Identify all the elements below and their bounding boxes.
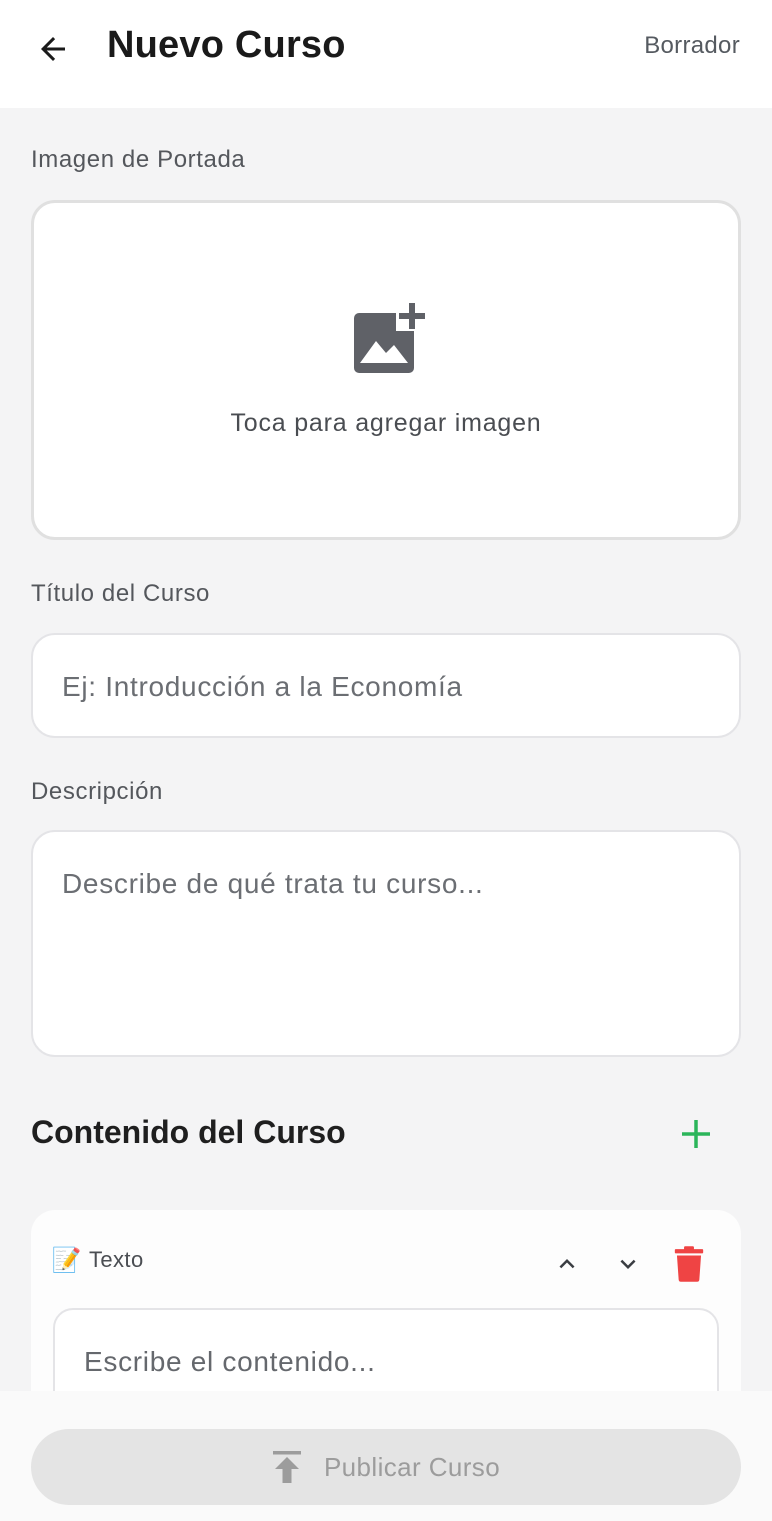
memo-icon: 📝 bbox=[51, 1246, 83, 1274]
chevron-up-icon bbox=[559, 1259, 575, 1269]
content-block-type-label: Texto bbox=[89, 1247, 144, 1272]
new-course-screen: Nuevo Curso Borrador Imagen de Portada T… bbox=[0, 0, 772, 1521]
move-block-down-button[interactable] bbox=[608, 1244, 648, 1284]
description-textarea[interactable]: Describe de qué trata tu curso... bbox=[31, 830, 741, 1057]
chevron-down-icon bbox=[620, 1259, 636, 1269]
description-label: Descripción bbox=[31, 778, 163, 805]
course-title-input[interactable]: Ej: Introducción a la Economía bbox=[31, 633, 741, 738]
publish-course-button[interactable]: Publicar Curso bbox=[31, 1429, 741, 1505]
move-block-up-button[interactable] bbox=[547, 1244, 587, 1284]
page-title: Nuevo Curso bbox=[107, 24, 346, 66]
app-bar: Nuevo Curso Borrador bbox=[0, 0, 772, 108]
course-content-title: Contenido del Curso bbox=[31, 1114, 346, 1150]
cover-image-label: Imagen de Portada bbox=[31, 146, 246, 173]
delete-block-button[interactable] bbox=[669, 1244, 709, 1284]
add-photo-icon bbox=[354, 301, 428, 373]
add-content-block-button[interactable] bbox=[674, 1112, 718, 1156]
plus-icon bbox=[682, 1120, 710, 1148]
content-block-placeholder: Escribe el contenido... bbox=[84, 1346, 376, 1377]
content-block-type: 📝 Texto bbox=[51, 1246, 144, 1274]
draft-button[interactable]: Borrador bbox=[644, 32, 740, 60]
cover-image-picker[interactable]: Toca para agregar imagen bbox=[31, 200, 741, 540]
trash-icon bbox=[674, 1246, 704, 1282]
cover-image-hint: Toca para agregar imagen bbox=[230, 409, 542, 437]
arrow-left-icon bbox=[41, 37, 65, 61]
back-button[interactable] bbox=[30, 26, 76, 72]
course-title-placeholder: Ej: Introducción a la Economía bbox=[62, 671, 463, 702]
publish-course-label: Publicar Curso bbox=[323, 1451, 501, 1482]
bottom-action-bar: Publicar Curso bbox=[0, 1391, 772, 1521]
course-title-label: Título del Curso bbox=[31, 580, 211, 607]
description-placeholder: Describe de qué trata tu curso... bbox=[62, 868, 484, 899]
publish-upload-icon bbox=[272, 1451, 301, 1483]
